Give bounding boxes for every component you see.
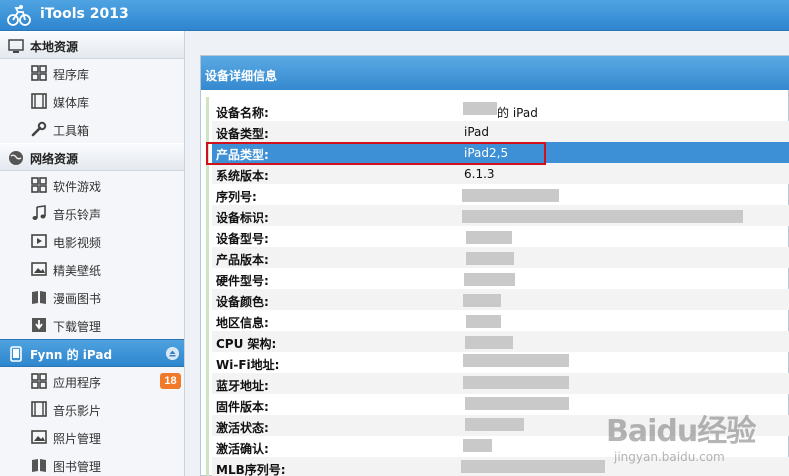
update-count-badge: 18	[160, 373, 181, 389]
sidebar-section-label: 本地资源	[30, 40, 79, 54]
panel-header: 设备详细信息	[201, 56, 789, 90]
film-icon	[31, 401, 47, 417]
redacted-value	[465, 397, 569, 410]
grid-icon	[31, 373, 47, 389]
sidebar-item-applications[interactable]: 应用程序 18	[0, 367, 184, 395]
redacted-value	[466, 252, 514, 265]
sidebar-item-comics-books[interactable]: 漫画图书	[0, 283, 184, 311]
sidebar-item-label: 软件游戏	[53, 180, 102, 194]
info-value: 的 iPad	[497, 106, 538, 120]
sidebar-item-label: 精美壁纸	[53, 264, 102, 278]
sidebar-item-app-library[interactable]: 程序库	[0, 59, 184, 87]
info-key: 蓝牙地址:	[216, 379, 269, 393]
sidebar-item-toolbox[interactable]: 工具箱	[0, 115, 184, 143]
sidebar-item-label: 照片管理	[53, 432, 102, 446]
book-icon	[32, 459, 46, 472]
sidebar-item-label: 应用程序	[53, 376, 102, 390]
info-key: 固件版本:	[216, 400, 269, 414]
redacted-value	[463, 354, 569, 367]
sidebar-item-photos[interactable]: 照片管理	[0, 423, 184, 451]
tablet-icon	[10, 346, 22, 362]
sidebar-item-label: 漫画图书	[53, 292, 102, 306]
sidebar-item-media-library[interactable]: 媒体库	[0, 87, 184, 115]
sidebar-item-downloads[interactable]: 下载管理	[0, 311, 184, 339]
redacted-value	[463, 439, 492, 452]
watermark-url: jingyan.baidu.com	[614, 450, 725, 464]
baidu-watermark: Baidu经验 jingyan.baidu.com	[606, 406, 786, 472]
redacted-value	[466, 231, 512, 244]
info-key: 地区信息:	[216, 316, 269, 330]
film-icon	[31, 93, 47, 109]
info-key: Wi-Fi地址:	[216, 358, 280, 372]
info-key: CPU 架构:	[216, 337, 277, 351]
info-value: 6.1.3	[464, 167, 495, 181]
info-key: MLB序列号:	[216, 463, 286, 476]
sidebar-item-label: 音乐影片	[53, 404, 102, 418]
grid-icon	[31, 65, 47, 81]
sidebar-item-music-videos[interactable]: 音乐影片	[0, 395, 184, 423]
redacted-value	[465, 418, 524, 431]
sidebar-item-label: 工具箱	[53, 124, 90, 138]
title-bar: iTools 2013	[0, 0, 789, 31]
picture-icon	[31, 262, 47, 276]
eject-icon[interactable]	[166, 347, 179, 360]
book-icon	[32, 291, 46, 304]
highlight-box	[206, 142, 546, 165]
download-icon	[32, 318, 46, 332]
info-value: iPad	[464, 125, 490, 139]
sidebar-item-label: 程序库	[53, 68, 90, 82]
music-note-icon	[32, 205, 46, 220]
info-key: 设备名称:	[216, 106, 269, 120]
sidebar-section-network[interactable]: 网络资源	[0, 143, 184, 171]
sidebar-section-label: Fynn 的 iPad	[30, 348, 113, 362]
sidebar-item-books[interactable]: 图书管理	[0, 451, 184, 476]
sidebar-item-label: 媒体库	[53, 96, 90, 110]
info-key: 硬件型号:	[216, 274, 269, 288]
info-row[interactable]: 设备名称: 的 iPad	[212, 100, 789, 121]
sidebar-item-wallpapers[interactable]: 精美壁纸	[0, 255, 184, 283]
redacted-value	[463, 294, 501, 307]
info-key: 激活状态:	[216, 421, 269, 435]
info-row[interactable]: 设备类型: iPad	[212, 121, 789, 142]
redacted-value	[461, 460, 605, 473]
info-row[interactable]: 系统版本: 6.1.3	[212, 163, 789, 184]
info-key: 设备颜色:	[216, 295, 269, 309]
redacted-value	[463, 376, 569, 389]
sidebar-item-label: 图书管理	[53, 460, 102, 474]
redacted-value	[466, 315, 501, 328]
info-key: 设备标识:	[216, 211, 269, 225]
grid-icon	[31, 177, 47, 193]
sidebar-item-label: 下载管理	[53, 320, 102, 334]
app-title: iTools 2013	[40, 6, 129, 22]
info-key: 产品版本:	[216, 253, 269, 267]
redacted-value	[464, 273, 515, 286]
video-icon	[31, 234, 47, 248]
info-key: 序列号:	[216, 190, 257, 204]
sidebar-item-software-games[interactable]: 软件游戏	[0, 171, 184, 199]
sidebar-item-label: 音乐铃声	[53, 208, 102, 222]
redacted-value	[463, 102, 497, 115]
redacted-value	[462, 189, 559, 202]
picture-icon	[31, 430, 47, 444]
info-key: 设备型号:	[216, 232, 269, 246]
sidebar: 本地资源 程序库 媒体库 工具箱 网络资源 软件游戏 音乐铃声 电影视频 精美壁…	[0, 31, 185, 476]
globe-icon	[9, 151, 23, 165]
info-key: 系统版本:	[216, 169, 269, 183]
sidebar-item-movies[interactable]: 电影视频	[0, 227, 184, 255]
panel-title: 设备详细信息	[205, 69, 278, 83]
sidebar-section-local[interactable]: 本地资源	[0, 31, 184, 59]
monitor-icon	[8, 39, 24, 53]
redacted-value	[465, 336, 513, 349]
wrench-icon	[31, 121, 47, 137]
itools-logo-icon	[7, 5, 31, 26]
sidebar-item-music-ringtones[interactable]: 音乐铃声	[0, 199, 184, 227]
sidebar-item-label: 电影视频	[53, 236, 102, 250]
sidebar-section-label: 网络资源	[30, 152, 79, 166]
watermark-brand: Baidu经验	[606, 414, 756, 449]
info-key: 激活确认:	[216, 442, 269, 456]
redacted-value	[462, 210, 743, 223]
info-key: 设备类型:	[216, 127, 269, 141]
sidebar-section-device[interactable]: Fynn 的 iPad	[0, 339, 184, 367]
